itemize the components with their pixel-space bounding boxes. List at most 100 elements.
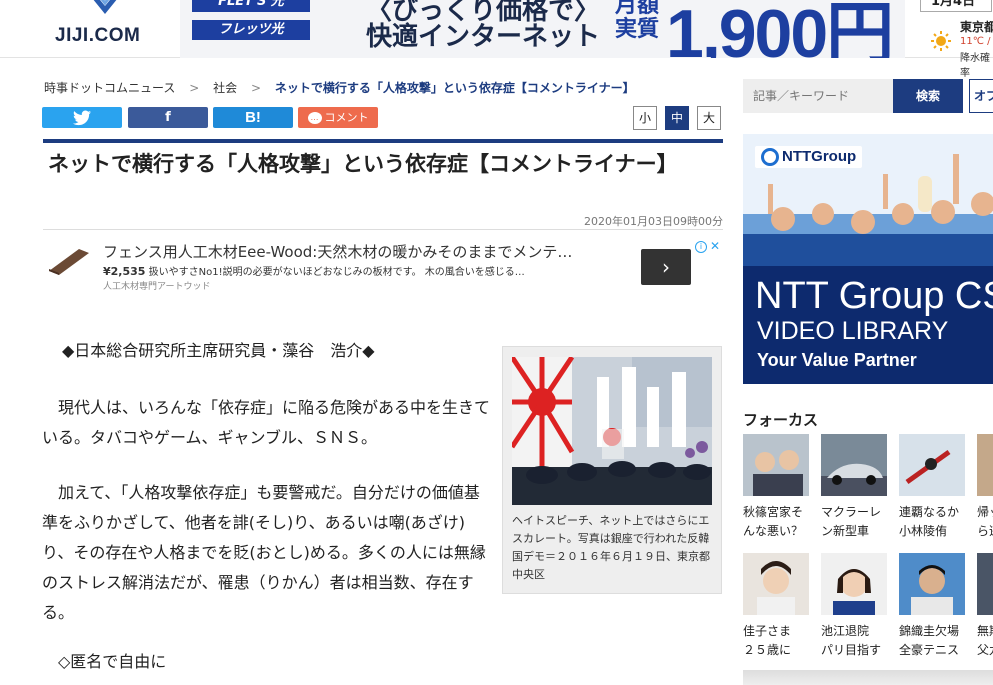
article-subheading: ◇匿名で自由に — [58, 652, 167, 671]
native-ad-title[interactable]: フェンス用人工木材Eee-Wood:天然木材の暖かみそのままでメンテ… — [103, 241, 643, 262]
focus-thumb-6[interactable] — [821, 553, 887, 615]
focus-thumb-7[interactable] — [899, 553, 965, 615]
focus-label-line: ２５歳に — [743, 643, 792, 657]
focus-label-7[interactable]: 錦織圭欠場全豪テニス — [899, 622, 969, 660]
search-option-button[interactable]: オプ — [969, 79, 993, 113]
title-rule — [43, 139, 723, 143]
focus-label-line: マクラーレ — [821, 505, 882, 519]
focus-thumb-2[interactable] — [821, 434, 887, 496]
jiji-logo[interactable]: JIJI.COM — [55, 0, 165, 52]
comment-label: コメント — [324, 111, 369, 124]
focus-label-line: 全豪テニス — [899, 643, 960, 657]
ntt-logo: NTTGroup — [755, 146, 863, 169]
breadcrumb-separator: > — [189, 81, 200, 95]
ntt-logo-icon — [761, 148, 779, 167]
divider — [43, 229, 723, 230]
breadcrumb-home[interactable]: 時事ドットコムニュース — [44, 81, 175, 95]
breadcrumb-current[interactable]: ネットで横行する「人格攻撃」という依存症【コメントライナー】 — [275, 81, 635, 95]
facebook-share-button[interactable]: f — [128, 107, 208, 128]
search-button[interactable]: 検索 — [893, 79, 963, 113]
focus-label-line: ン新型車 — [821, 524, 870, 538]
article-paragraph: 加えて、「人格攻撃依存症」も要警戒だ。自分だけの価値基準をふりかざして、他者を誹… — [42, 483, 486, 622]
focus-label-8[interactable]: 無期父九 — [977, 622, 993, 660]
ad-price-label: 月額実質 — [614, 0, 659, 42]
ad-price: 1,900円～ — [666, 0, 894, 58]
native-ad-source: 人工木材専門アートウッド — [103, 282, 211, 292]
weather-widget[interactable]: 1月4日 東京都 11℃ / 降水確率 — [918, 0, 993, 79]
focus-label-line: パリ目指す — [821, 643, 882, 657]
ntt-sidebar-ad[interactable]: NTTGroup NTT Group CS VIDEO LIBRARY Your… — [743, 134, 993, 384]
focus-label-4[interactable]: 帰ッら逃 — [977, 503, 993, 541]
focus-thumb-3[interactable] — [899, 434, 965, 496]
focus-label-5[interactable]: 佳子さま ２５歳に — [743, 622, 813, 660]
ntt-ad-headline: NTT Group CS — [755, 275, 993, 317]
font-size-medium-button[interactable]: 中 — [665, 106, 689, 130]
article-title: ネットで横行する「人格攻撃」という依存症【コメントライナー】 — [48, 152, 678, 176]
native-ad-desc: ¥2,535 扱いやすさNo1!説明の必要がないほどおなじみの板材です。 木の風… — [103, 263, 525, 278]
focus-label-line: 無期 — [977, 624, 993, 638]
ntt-ad-tagline: Your Value Partner — [757, 350, 917, 370]
weather-date: 1月4日 — [920, 0, 992, 12]
focus-label-line: 連覇なるか — [899, 505, 960, 519]
focus-label-line: 佳子さま — [743, 624, 792, 638]
site-header: JIJI.COM FLET'S 光 フレッツ光 〈びっくり価格で〉 快適インター… — [0, 0, 993, 79]
focus-label-2[interactable]: マクラーレ ン新型車 — [821, 503, 891, 541]
font-size-small-button[interactable]: 小 — [633, 106, 657, 130]
ntt-ad-subline: VIDEO LIBRARY — [757, 317, 949, 345]
focus-label-1[interactable]: 秋篠宮家そんな悪い？ — [743, 503, 813, 541]
ntt-logo-text: NTTGroup — [782, 148, 857, 165]
hatena-bookmark-button[interactable]: B! — [213, 107, 293, 128]
twitter-bird-icon — [73, 110, 91, 125]
breadcrumb: 時事ドットコムニュース > 社会 > ネットで横行する「人格攻撃」という依存症【… — [44, 79, 635, 96]
rising-sun-flag-left — [512, 357, 575, 467]
focus-label-line: 小林陵侑 — [899, 524, 948, 538]
focus-thumb-1[interactable] — [743, 434, 809, 496]
comment-button[interactable]: … コメント — [298, 107, 378, 128]
focus-thumb-5[interactable] — [743, 553, 809, 615]
ad-headline-2: 快適インターネット — [366, 22, 601, 52]
photo-caption: ヘイトスピーチ、ネット上ではさらにエスカレート。写真は銀座で行われた反韓国デモ＝… — [512, 514, 710, 581]
font-size-large-button[interactable]: 大 — [697, 106, 721, 130]
focus-label-line: 秋篠宮家そ — [743, 505, 804, 519]
article-figure[interactable]: ヘイトスピーチ、ネット上ではさらにエスカレート。写真は銀座で行われた反韓国デモ＝… — [502, 346, 722, 594]
hatena-icon: B! — [245, 109, 261, 126]
ad-close-icon[interactable]: ✕ — [710, 239, 720, 253]
focus-label-line: 帰ッ — [977, 505, 993, 519]
focus-label-6[interactable]: 池江退院 パリ目指す — [821, 622, 891, 660]
focus-label-line: んな悪い？ — [743, 524, 804, 538]
facebook-icon: f — [165, 110, 171, 125]
comment-bubble-icon: … — [307, 112, 322, 124]
flets-bottom-badge: フレッツ光 — [192, 20, 310, 40]
focus-heading: フォーカス — [743, 411, 819, 429]
native-ad-arrow-button[interactable]: › — [641, 249, 691, 285]
breadcrumb-separator: > — [250, 81, 262, 95]
native-ad-price: ¥2,535 — [103, 265, 146, 278]
ad-info-icon[interactable]: i — [695, 241, 707, 253]
weather-temp: 11℃ / — [960, 36, 991, 47]
article-byline: ◆日本総合研究所主席研究員・藻谷 浩介◆ — [62, 341, 375, 360]
weather-city: 東京都 — [960, 20, 993, 34]
article-date: 2020年01月03日09時00分 — [584, 215, 723, 228]
logo-mark-icon — [93, 0, 117, 14]
focus-thumb-8[interactable] — [977, 553, 993, 615]
wood-plank-icon — [49, 249, 89, 275]
search-input[interactable] — [743, 79, 893, 113]
logo-text: JIJI.COM — [55, 25, 141, 46]
focus-label-line: ら逃 — [977, 524, 993, 538]
article-paragraph: 現代人は、いろんな「依存症」に陥る危険がある中を生きている。タバコやゲーム、ギャ… — [42, 398, 491, 447]
focus-thumb-4[interactable] — [977, 434, 993, 496]
focus-label-line: 錦織圭欠場 — [899, 624, 960, 638]
header-ad-banner[interactable]: FLET'S 光 フレッツ光 〈びっくり価格で〉 快適インターネット 月額実質 … — [180, 0, 905, 58]
native-ad-desc-text: 扱いやすさNo1!説明の必要がないほどおなじみの板材です。 木の風合いを感じる… — [145, 267, 525, 278]
breadcrumb-category[interactable]: 社会 — [213, 81, 237, 95]
focus-thumb-row-peek — [743, 670, 993, 685]
focus-label-line: 父九 — [977, 643, 993, 657]
focus-label-line: 池江退院 — [821, 624, 870, 638]
twitter-share-button[interactable] — [42, 107, 122, 128]
native-ad[interactable]: フェンス用人工木材Eee-Wood:天然木材の暖かみそのままでメンテ… ¥2,5… — [43, 237, 723, 297]
weather-rain: 降水確率 — [960, 53, 990, 79]
focus-label-3[interactable]: 連覇なるか 小林陵侑 — [899, 503, 969, 541]
flets-top-badge: FLET'S 光 — [192, 0, 310, 12]
sun-icon — [931, 31, 951, 51]
demo-photo[interactable] — [512, 357, 712, 505]
